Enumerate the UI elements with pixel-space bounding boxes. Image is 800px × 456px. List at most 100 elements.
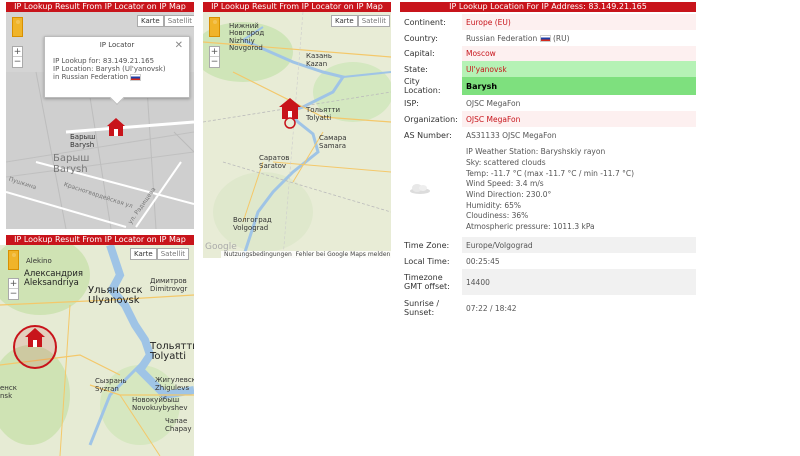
label-nsk-ru: енск [0, 384, 17, 392]
map-type-karte[interactable]: Karte [331, 15, 358, 27]
info-title: IP Lookup Location For IP Address: 83.14… [400, 2, 696, 12]
city-value: Barysh [462, 77, 696, 95]
label-saratov-en: Saratov [259, 162, 287, 170]
city-key: City Location: [404, 77, 441, 95]
isp-value: OJSC MegaFon [466, 98, 521, 108]
label-saratov-ru: Саратов [259, 154, 290, 162]
as-key: AS Number: [404, 130, 452, 140]
sunrise-sunset-value: 07:22 / 18:42 [466, 303, 517, 313]
label-zhigulevsk-ru: Жигулевск [155, 376, 194, 384]
map-type-control[interactable]: Karte Satellit [137, 15, 194, 27]
label-aleksandriya-en: Aleksandriya [24, 278, 79, 288]
weather-icon-cell [400, 143, 462, 237]
terms-link[interactable]: Nutzungsbedingungen [224, 251, 292, 258]
org-key: Organization: [404, 114, 458, 124]
sunrise-sunset-key: Sunrise / Sunset: [404, 299, 440, 317]
label-zhigulevsk-en: Zhigulevs [155, 384, 190, 392]
label-novokuib-en: Novokuybyshev [132, 404, 188, 412]
gmt-offset-key: Timezone GMT offset: [404, 273, 450, 291]
label-kazan-ru: Казань [306, 52, 332, 60]
label-novokuib-ru: Новокуйбыш [132, 396, 180, 404]
label-syzran-ru: Сызрань [95, 377, 127, 385]
capital-key: Capital: [404, 49, 435, 58]
weather-wind-speed: Wind Speed: 3.4 m/s [466, 179, 544, 189]
label-tolyatti-en: Tolyatti [306, 114, 332, 122]
label-aleksandriya-ru: Александрия [24, 269, 83, 279]
continent-key: Continent: [404, 17, 446, 27]
info-window-line2: IP Location: Barysh (Ul'yanovsk) [53, 65, 166, 73]
weather-sky: Sky: scattered clouds [466, 157, 546, 167]
zoom-control[interactable]: + − [209, 46, 220, 68]
info-window-title: IP Locator [99, 41, 135, 49]
label-syzran-en: Syzran [95, 385, 119, 393]
map3-title: IP Lookup Result From IP Locator on IP M… [6, 235, 194, 245]
map2[interactable]: + − Karte Satellit Нижний Новгород Nizhni… [203, 12, 391, 258]
ip-info-table: Continent: Europe (EU) Country: Russian Fe… [400, 14, 696, 321]
state-value: Ul'yanovsk [462, 61, 696, 77]
label-barysh-small: Барыш [70, 133, 96, 141]
label-alekino: Alekino [26, 257, 52, 265]
info-window-line3: in Russian Federation [53, 73, 129, 81]
weather-cloudiness: Cloudiness: 36% [466, 211, 529, 221]
zoom-out-button[interactable]: − [9, 289, 18, 299]
weather-pressure: Atmospheric pressure: 1011.3 kPa [466, 222, 595, 232]
timezone-value: Europe/Volgograd [462, 237, 696, 253]
google-logo: Google [205, 242, 237, 252]
timezone-key: Time Zone: [404, 240, 450, 250]
label-nn-ru2: Новгород [229, 29, 265, 37]
label-kazan-en: Kazan [306, 60, 328, 68]
russia-flag-icon [539, 35, 551, 42]
zoom-control[interactable]: + − [8, 278, 19, 300]
label-nsk-en: nsk [0, 392, 13, 400]
country-value: Russian Federation (RU) [466, 33, 570, 43]
close-icon[interactable]: ✕ [175, 40, 183, 51]
map2-footer: Nutzungsbedingungen Fehler bei Google Ma… [221, 251, 394, 259]
zoom-in-button[interactable]: + [9, 279, 18, 289]
label-barysh-en-small: Barysh [70, 141, 95, 149]
zoom-out-button[interactable]: − [210, 57, 219, 67]
label-chapaev-ru: Чапае [165, 417, 188, 425]
map2-title: IP Lookup Result From IP Locator on IP M… [203, 2, 391, 12]
label-barysh-ru: Барыш [53, 153, 90, 164]
label-nn-en2: Novgorod [229, 44, 263, 52]
russia-flag-icon [130, 73, 142, 81]
house-marker-icon[interactable] [106, 117, 126, 137]
zoom-in-button[interactable]: + [13, 47, 22, 57]
zoom-out-button[interactable]: − [13, 57, 22, 67]
map-type-satellit[interactable]: Satellit [156, 248, 190, 260]
org-value: OJSC MegaFon [462, 111, 696, 127]
zoom-in-button[interactable]: + [210, 47, 219, 57]
state-key: State: [404, 64, 428, 74]
weather-wind-direction: Wind Direction: 230.0° [466, 190, 552, 199]
map-type-karte[interactable]: Karte [137, 15, 164, 27]
map1[interactable]: + − Karte Satellit IP Locator ✕ IP Lookup… [6, 12, 194, 229]
report-error-link[interactable]: Fehler bei Google Maps melden [296, 251, 391, 258]
weather-humidity: Humidity: 65% [466, 200, 522, 210]
gmt-offset-value: 14400 [462, 269, 696, 295]
cloud-icon [410, 184, 430, 194]
label-tolyatti-ru: Тольятти [306, 106, 341, 114]
house-marker-icon[interactable] [11, 323, 59, 371]
continent-value: Europe (EU) [462, 14, 696, 30]
pegman-icon[interactable] [12, 17, 23, 37]
label-tolyatti-en: Tolyatti [150, 351, 186, 362]
weather-value: IP Weather Station: Baryshskiy rayon Sky… [462, 143, 696, 237]
house-marker-icon[interactable] [278, 97, 302, 129]
map-type-karte[interactable]: Karte [130, 248, 157, 260]
label-ulyanovsk-en: Ulyanovsk [88, 295, 140, 306]
map-type-control[interactable]: Karte Satellit [331, 15, 391, 27]
as-value: AS31133 OJSC MegaFon [466, 130, 557, 140]
pegman-icon[interactable] [8, 250, 19, 270]
pegman-icon[interactable] [209, 17, 220, 37]
weather-temp: Temp: -11.7 °C (max -11.7 °C / min -11.7… [466, 168, 635, 178]
map-type-control[interactable]: Karte Satellit [130, 248, 190, 260]
label-volgograd-en: Volgograd [233, 224, 269, 232]
zoom-control[interactable]: + − [12, 46, 23, 68]
label-samara-en: Samara [319, 142, 347, 150]
map-type-satellit[interactable]: Satellit [163, 15, 194, 27]
label-samara-ru: Самара [319, 134, 347, 142]
info-window-line1: IP Lookup for: 83.149.21.165 [53, 57, 155, 65]
capital-value: Moscow [462, 46, 696, 61]
map3[interactable]: + − Karte Satellit Alekino Александрия Al… [0, 245, 194, 456]
map-type-satellit[interactable]: Satellit [357, 15, 391, 27]
